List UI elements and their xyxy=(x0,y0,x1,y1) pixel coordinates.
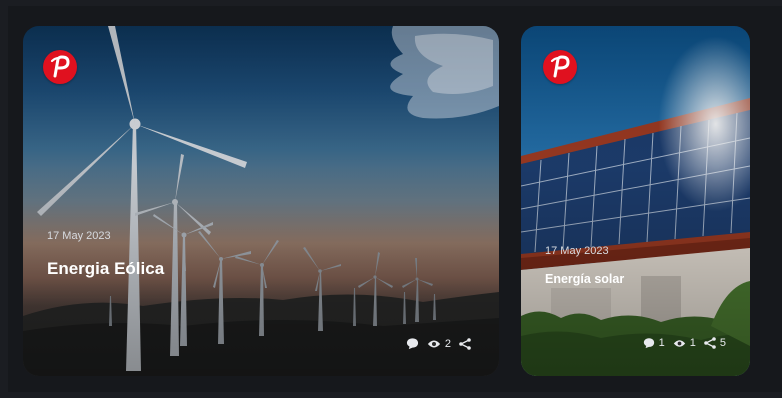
post-card-energia-solar[interactable]: 17 May 2023 Energía solar 1 1 5 xyxy=(521,26,750,376)
comment-icon xyxy=(406,338,418,350)
post-title[interactable]: Energia Eólica xyxy=(47,259,164,279)
share-stat[interactable]: 5 xyxy=(704,337,726,349)
share-icon xyxy=(459,337,471,350)
brand-logo-icon[interactable] xyxy=(543,50,577,84)
views-count: 2 xyxy=(444,337,451,350)
post-title[interactable]: Energía solar xyxy=(545,272,624,286)
eye-icon xyxy=(427,340,440,347)
post-stats: 1 1 5 xyxy=(643,337,726,349)
comment-icon xyxy=(643,338,654,349)
views-count: 1 xyxy=(689,337,696,349)
comments-stat[interactable] xyxy=(406,337,419,350)
comments-stat[interactable]: 1 xyxy=(643,337,665,349)
brand-logo-icon[interactable] xyxy=(43,50,77,84)
shares-count: 5 xyxy=(719,337,726,349)
comments-count: 1 xyxy=(658,337,665,349)
post-date: 17 May 2023 xyxy=(47,230,111,242)
post-date: 17 May 2023 xyxy=(545,245,609,257)
eye-icon xyxy=(673,339,685,347)
share-stat[interactable] xyxy=(459,337,471,350)
share-icon xyxy=(704,337,716,349)
views-stat[interactable]: 2 xyxy=(427,338,451,350)
post-stats: 2 xyxy=(406,337,471,350)
post-card-energia-eolica[interactable]: 17 May 2023 Energia Eólica 2 xyxy=(23,26,499,376)
views-stat[interactable]: 1 xyxy=(673,337,696,349)
